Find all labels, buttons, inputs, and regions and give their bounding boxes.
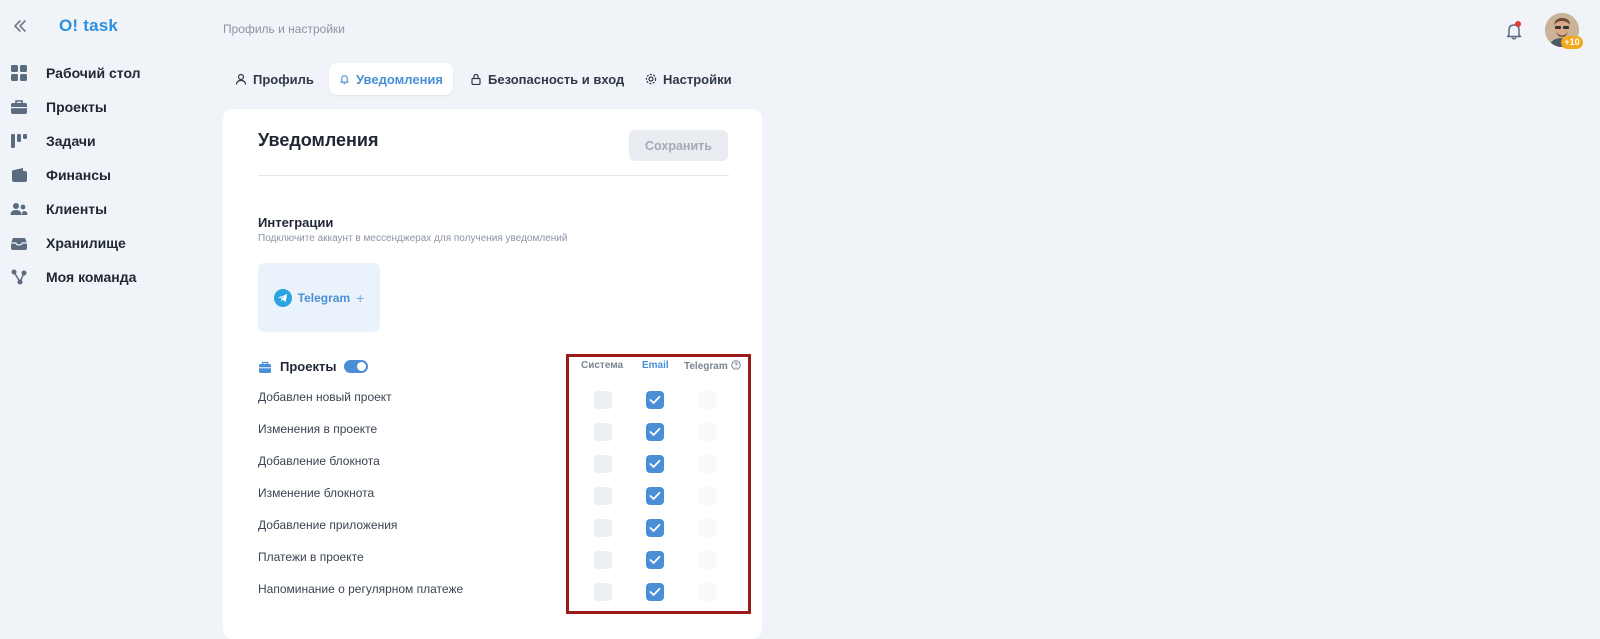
notification-row-label: Изменение блокнота (258, 486, 375, 500)
notification-row-label: Добавление приложения (258, 518, 398, 532)
projects-label: Проекты (280, 359, 337, 374)
users-icon (10, 203, 28, 215)
app-logo[interactable]: O! task (59, 16, 118, 36)
tab-label: Безопасность и вход (488, 71, 625, 87)
user-icon (235, 73, 247, 85)
notifications-bell-icon[interactable] (1504, 21, 1524, 41)
sidebar-item-label: Задачи (46, 133, 96, 149)
briefcase-icon (11, 100, 27, 114)
avatar-count-badge: +10 (1561, 36, 1583, 49)
briefcase-icon (259, 361, 271, 373)
sidebar-item-label: Проекты (46, 99, 107, 115)
storage-icon (11, 238, 27, 250)
telegram-icon (273, 288, 292, 307)
highlight-frame (566, 354, 751, 614)
telegram-label: Telegram (297, 290, 351, 305)
integrations-title: Интеграции (258, 215, 334, 230)
tab-security[interactable]: Безопасность и вход (470, 63, 624, 95)
sidebar-item-dashboard[interactable]: Рабочий стол (0, 56, 200, 90)
sidebar-item-clients[interactable]: Клиенты (0, 192, 200, 226)
lock-icon (471, 73, 481, 85)
sidebar-item-storage[interactable]: Хранилище (0, 226, 200, 260)
notification-row-label: Изменения в проекте (258, 422, 378, 436)
notification-row-label: Платежи в проекте (258, 550, 364, 564)
projects-toggle[interactable] (344, 360, 369, 373)
sidebar-item-label: Хранилище (46, 235, 126, 251)
tasks-icon (11, 134, 27, 148)
gear-icon (645, 73, 657, 85)
sidebar-item-projects[interactable]: Проекты (0, 90, 200, 124)
sidebar-item-finance[interactable]: Финансы (0, 158, 200, 192)
telegram-connect-button[interactable]: Telegram + (258, 263, 380, 332)
tab-label: Уведомления (355, 71, 443, 87)
tab-label: Профиль (253, 71, 314, 87)
sidebar-item-label: Финансы (46, 167, 111, 183)
wallet-icon (12, 168, 27, 182)
collapse-sidebar-icon[interactable] (12, 18, 28, 34)
tab-notifications[interactable]: Уведомления (329, 63, 453, 95)
tab-settings[interactable]: Настройки (645, 63, 732, 95)
notification-row-label: Добавлен новый проект (258, 390, 392, 404)
notification-dot (1515, 21, 1521, 27)
breadcrumb: Профиль и настройки (223, 22, 345, 36)
tab-label: Настройки (663, 71, 732, 87)
sidebar-item-tasks[interactable]: Задачи (0, 124, 200, 158)
sidebar-item-label: Моя команда (46, 269, 137, 285)
bell-icon (340, 75, 349, 85)
notification-row-label: Добавление блокнота (258, 454, 380, 468)
sidebar-item-team[interactable]: Моя команда (0, 260, 200, 294)
divider (258, 175, 729, 176)
dashboard-icon (11, 65, 27, 81)
team-icon (11, 269, 27, 285)
page-title: Уведомления (258, 130, 379, 150)
tab-profile[interactable]: Профиль (235, 63, 314, 95)
sidebar-item-label: Рабочий стол (46, 65, 141, 81)
sidebar-nav: Рабочий стол Проекты Задачи Финансы Клие… (0, 56, 200, 294)
save-button[interactable]: Сохранить (629, 130, 728, 161)
projects-section-header: Проекты (258, 359, 369, 374)
integrations-subtitle: Подключите аккаунт в мессенджерах для по… (258, 233, 568, 244)
notification-row-label: Напоминание о регулярном платеже (258, 582, 464, 596)
sidebar-item-label: Клиенты (46, 201, 108, 217)
plus-icon: + (356, 289, 365, 306)
